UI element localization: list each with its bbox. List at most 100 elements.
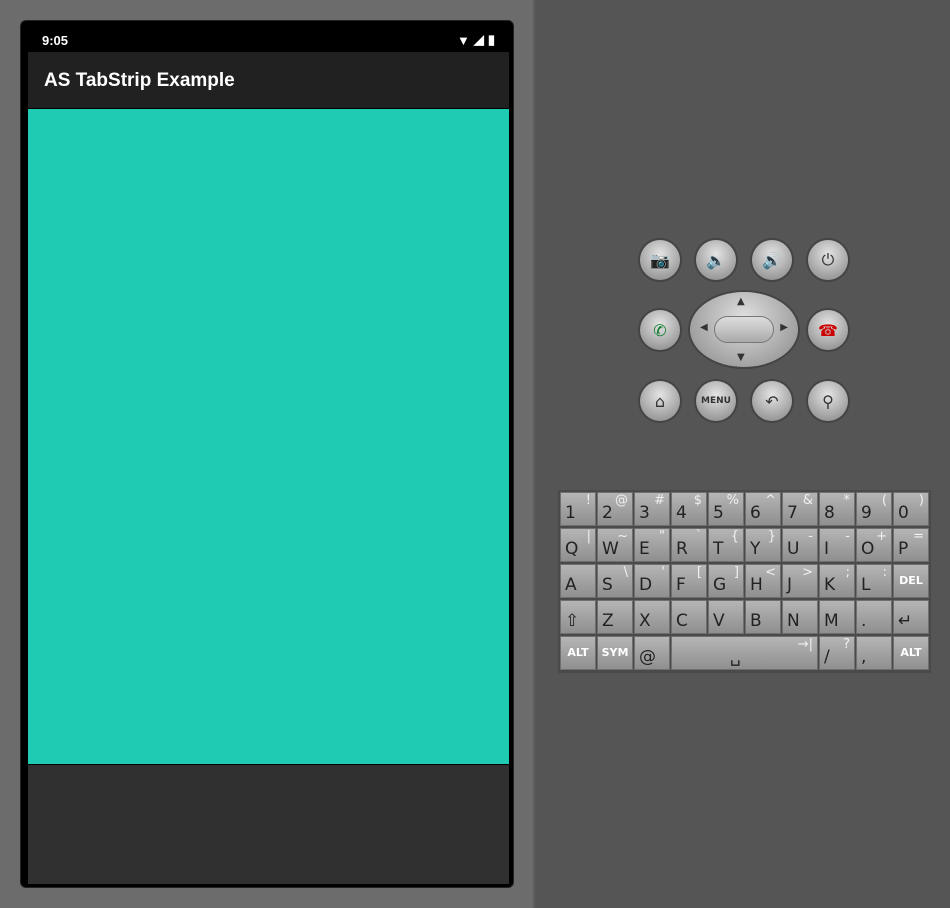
key-.[interactable]: . (856, 600, 892, 634)
key-S[interactable]: S \ (597, 564, 633, 598)
key-9[interactable]: 9( (856, 492, 892, 526)
key-ALT[interactable]: ALT (560, 636, 596, 670)
key-↵[interactable]: ↵ (893, 600, 929, 634)
key-8[interactable]: 8 * (819, 492, 855, 526)
key-alt-label: = (913, 529, 924, 544)
search-icon[interactable]: ⚲ (808, 381, 848, 421)
key-@[interactable]: @ (634, 636, 670, 670)
key-label: 1 (565, 503, 576, 523)
key-A[interactable]: A (560, 564, 596, 598)
key-label: , (861, 647, 867, 667)
status-time: 9:05 (42, 33, 69, 48)
key-P[interactable]: P = (893, 528, 929, 562)
key-T[interactable]: T{ (708, 528, 744, 562)
key-V[interactable]: V (708, 600, 744, 634)
dpad[interactable]: ▲ ▼ ◀ ▶ (690, 292, 798, 367)
key-U[interactable]: U- (782, 528, 818, 562)
key-X[interactable]: X (634, 600, 670, 634)
camera-icon[interactable]: 📷 (640, 240, 680, 280)
dpad-right-icon[interactable]: ▶ (780, 322, 788, 333)
bottom-area (28, 765, 509, 884)
key-label: D (639, 575, 653, 595)
key-alt-label: { (730, 529, 739, 544)
key-4[interactable]: 4 $ (671, 492, 707, 526)
key-Z[interactable]: Z (597, 600, 633, 634)
key-7[interactable]: 7 & (782, 492, 818, 526)
key-label: 0 (898, 503, 909, 523)
key-alt-label: ^ (765, 493, 776, 508)
signal-icon: ◢ (473, 32, 484, 47)
key-label: B (750, 611, 762, 631)
key-/[interactable]: /? (819, 636, 855, 670)
app-title: AS TabStrip Example (44, 70, 235, 91)
key-alt-label: ' (661, 565, 665, 580)
key-label: F (676, 575, 686, 595)
key-alt-label: < (765, 565, 776, 580)
key-label: M (824, 611, 839, 631)
key-SYM[interactable]: SYM (597, 636, 633, 670)
key-ALT[interactable]: ALT (893, 636, 929, 670)
key-label: E (639, 539, 650, 559)
key-alt-label: + (876, 529, 887, 544)
home-icon[interactable]: ⌂ (640, 381, 680, 421)
key-alt-label: \ (623, 565, 628, 580)
key-alt-label: } (767, 529, 776, 544)
key-K[interactable]: K; (819, 564, 855, 598)
key-label: L (861, 575, 871, 595)
key-label: X (639, 611, 651, 631)
key-L[interactable]: L: (856, 564, 892, 598)
power-icon[interactable]: ⏻ (808, 240, 848, 280)
end-call-icon[interactable]: ☎ (808, 310, 848, 350)
dpad-center-button[interactable] (714, 316, 774, 343)
key-B[interactable]: B (745, 600, 781, 634)
key-D[interactable]: D ' (634, 564, 670, 598)
key-label: R (676, 539, 688, 559)
volume-up-icon[interactable]: 🔊 (752, 240, 792, 280)
key-alt-label: ; (845, 565, 850, 580)
key-O[interactable]: O + (856, 528, 892, 562)
tab-content[interactable] (28, 109, 509, 764)
key-alt-label: $ (693, 493, 702, 508)
key-,[interactable]: , (856, 636, 892, 670)
key-alt-label: % (726, 493, 739, 508)
back-icon[interactable]: ↶ (752, 381, 792, 421)
key-0[interactable]: 0) (893, 492, 929, 526)
key-5[interactable]: 5% (708, 492, 744, 526)
key-G[interactable]: G] (708, 564, 744, 598)
call-icon[interactable]: ✆ (640, 310, 680, 350)
key-H[interactable]: H < (745, 564, 781, 598)
key-3[interactable]: 3 # (634, 492, 670, 526)
menu-button[interactable]: MENU (696, 381, 736, 421)
key-N[interactable]: N (782, 600, 818, 634)
dpad-down-icon[interactable]: ▼ (737, 352, 745, 363)
key-⇧[interactable]: ⇧ (560, 600, 596, 634)
key-1[interactable]: 1! (560, 492, 596, 526)
key-DEL[interactable]: DEL (893, 564, 929, 598)
key-I[interactable]: I- (819, 528, 855, 562)
key-label: N (787, 611, 800, 631)
key-label: P (898, 539, 909, 559)
key-label: 3 (639, 503, 650, 523)
key-alt-label: & (802, 493, 813, 508)
volume-down-icon[interactable]: 🔈 (696, 240, 736, 280)
key-label: G (713, 575, 727, 595)
key-E[interactable]: E " (634, 528, 670, 562)
key-label: T (713, 539, 724, 559)
key-Y[interactable]: Y} (745, 528, 781, 562)
key-M[interactable]: M (819, 600, 855, 634)
key-alt-label: - (845, 529, 850, 544)
key-label: ␣ (730, 647, 741, 667)
key-F[interactable]: F[ (671, 564, 707, 598)
dpad-left-icon[interactable]: ◀ (700, 322, 708, 333)
key-alt-label: @ (615, 493, 628, 508)
key-Q[interactable]: Q | (560, 528, 596, 562)
key-label: 9 (861, 503, 872, 523)
key-2[interactable]: 2 @ (597, 492, 633, 526)
key-J[interactable]: J > (782, 564, 818, 598)
key-W[interactable]: W ~ (597, 528, 633, 562)
key-C[interactable]: C (671, 600, 707, 634)
key-R[interactable]: R ` (671, 528, 707, 562)
key-␣[interactable]: ␣ →| (671, 636, 818, 670)
key-6[interactable]: 6 ^ (745, 492, 781, 526)
dpad-up-icon[interactable]: ▲ (737, 296, 745, 307)
